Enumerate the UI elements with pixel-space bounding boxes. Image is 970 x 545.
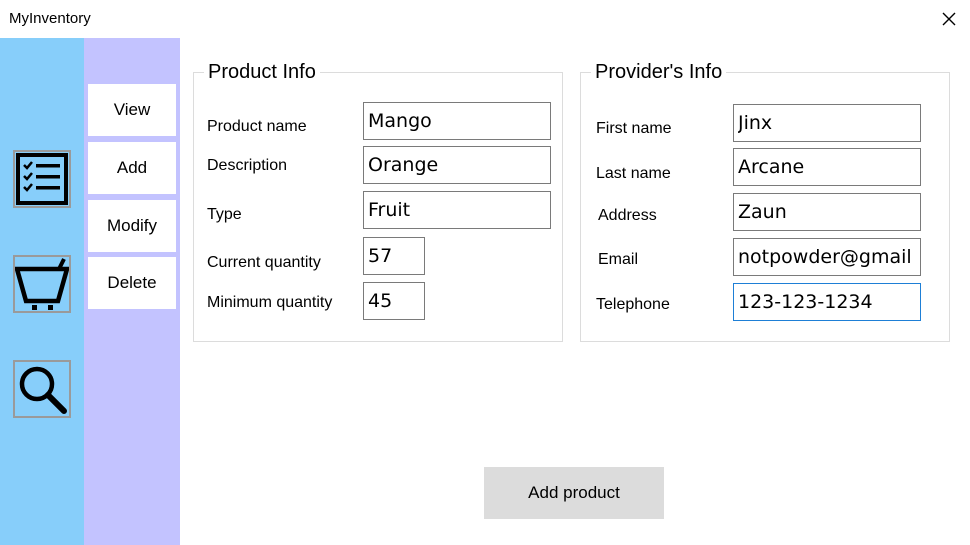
modify-button[interactable]: Modify [88, 200, 176, 252]
title-bar: MyInventory [0, 0, 970, 38]
last-name-input[interactable] [733, 148, 921, 186]
checklist-icon [16, 153, 68, 205]
product-name-label: Product name [207, 118, 307, 135]
cart-icon [15, 258, 69, 310]
minimum-quantity-label: Minimum quantity [207, 294, 333, 311]
telephone-label: Telephone [596, 296, 670, 313]
search-icon [19, 366, 67, 414]
view-button[interactable]: View [88, 84, 176, 136]
description-input[interactable] [363, 146, 551, 184]
delete-button[interactable]: Delete [88, 257, 176, 309]
address-input[interactable] [733, 193, 921, 231]
search-button[interactable] [13, 360, 71, 418]
product-info-title: Product Info [204, 60, 320, 84]
type-label: Type [207, 206, 242, 223]
close-icon [942, 12, 956, 26]
first-name-label: First name [596, 120, 672, 137]
address-label: Address [598, 207, 657, 224]
add-product-button[interactable]: Add product [484, 467, 664, 519]
current-quantity-input[interactable] [363, 237, 425, 275]
type-input[interactable] [363, 191, 551, 229]
inventory-list-button[interactable] [13, 150, 71, 208]
close-button[interactable] [930, 2, 968, 36]
provider-info-title: Provider's Info [591, 60, 727, 84]
minimum-quantity-input[interactable] [363, 282, 425, 320]
description-label: Description [207, 157, 288, 174]
last-name-label: Last name [596, 165, 671, 182]
cart-button[interactable] [13, 255, 71, 313]
window-title: MyInventory [9, 10, 91, 27]
product-name-input[interactable] [363, 102, 551, 140]
email-label: Email [598, 251, 639, 268]
email-input[interactable] [733, 238, 921, 276]
current-quantity-label: Current quantity [207, 254, 321, 271]
first-name-input[interactable] [733, 104, 921, 142]
add-button[interactable]: Add [88, 142, 176, 194]
telephone-input[interactable] [733, 283, 921, 321]
